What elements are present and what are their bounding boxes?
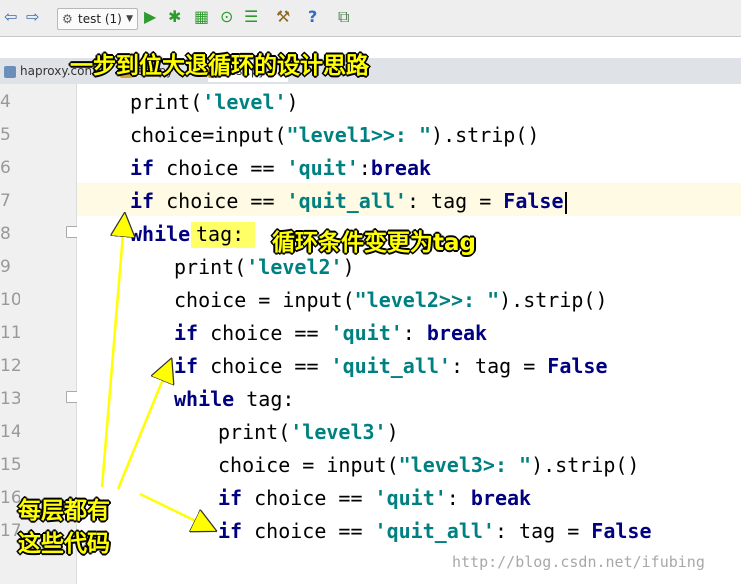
- arrow-to-level2: [116, 367, 168, 490]
- annotation-top: 一步到位大退循环的设计思路: [70, 53, 369, 79]
- annotation-condition: 循环条件变更为tag: [272, 230, 476, 256]
- arrow-to-level1: [100, 222, 124, 488]
- watermark: http://blog.csdn.net/ifubing: [452, 553, 705, 571]
- arrow-to-level3: [139, 492, 208, 527]
- annotation-arrows: [100, 0, 741, 584]
- annotation-each-level-2: 这些代码: [18, 531, 110, 557]
- annotation-each-level-1: 每层都有: [18, 498, 110, 524]
